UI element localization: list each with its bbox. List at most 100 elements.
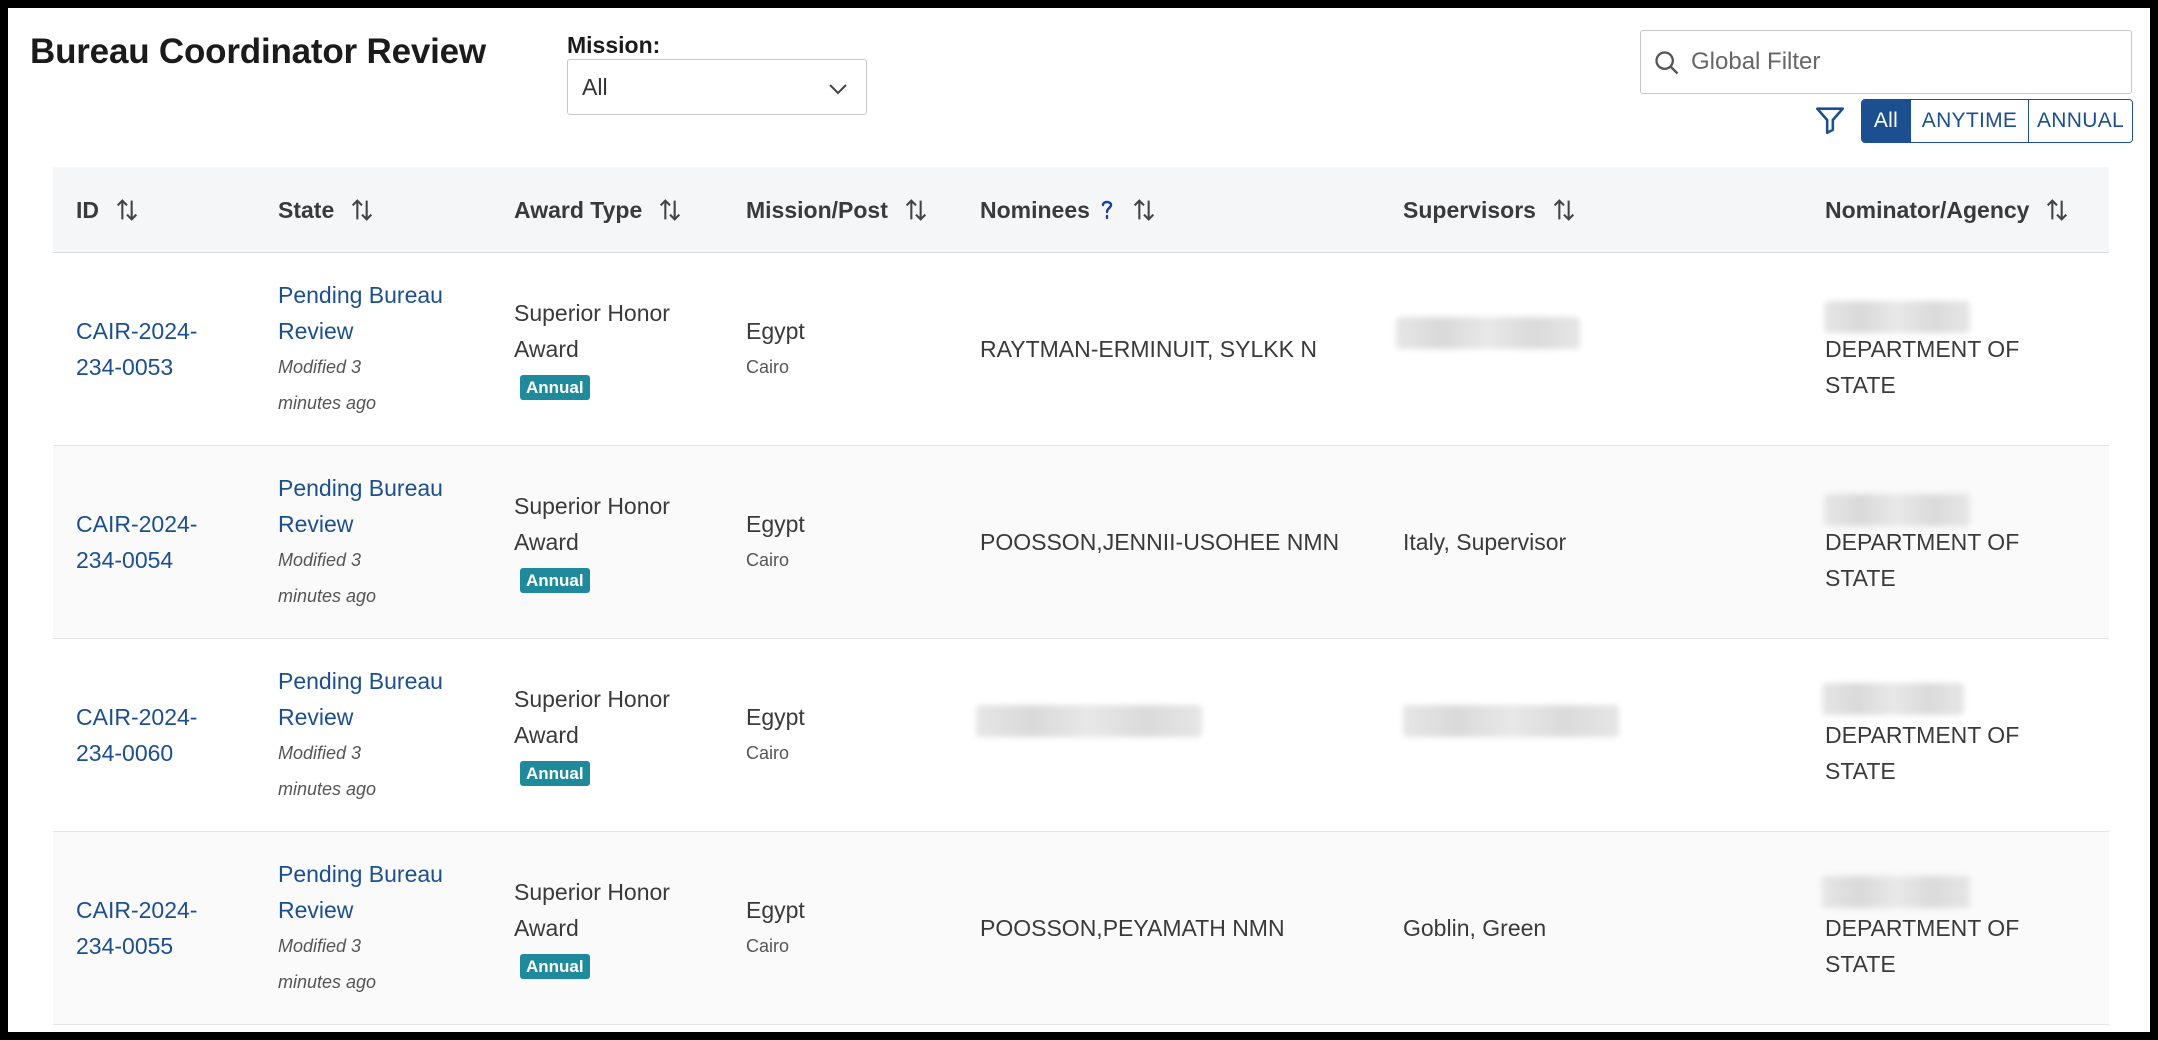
table-row[interactable]: CAIR-2024- 234-0055 Pending Bureau Review … — [53, 832, 2109, 1025]
nominee-name: RAYTMAN-ERMINUIT, SYLKK N — [980, 336, 1317, 362]
agency-line: DEPARTMENT OF — [1825, 915, 2020, 941]
award-type-cell: Superior Honor Award Annual — [514, 681, 670, 789]
state-cell: Pending Bureau Review Modified 3 minutes a… — [278, 663, 443, 807]
award-type-cell: Superior Honor Award Annual — [514, 488, 670, 596]
modified-line: Modified 3 — [278, 743, 362, 763]
id-line: CAIR-2024- — [76, 897, 198, 923]
post-name: Cairo — [746, 357, 790, 377]
column-header-label: Award Type — [514, 196, 643, 223]
id-line: 234-0055 — [76, 933, 174, 959]
state-line: Pending Bureau — [278, 861, 443, 887]
mission-name: Egypt — [746, 511, 805, 537]
mission-select-value: All — [582, 73, 608, 100]
global-filter-field[interactable] — [1640, 30, 2132, 94]
redacted-supervisor — [1403, 705, 1619, 737]
state-line: Pending Bureau — [278, 475, 443, 501]
agency-line: STATE — [1825, 758, 1896, 784]
sort-icon[interactable] — [1130, 196, 1158, 224]
supervisor-name: Italy, Supervisor — [1403, 529, 1567, 555]
column-header-id[interactable]: ID — [76, 167, 141, 253]
id-line: 234-0054 — [76, 547, 174, 573]
column-header-state[interactable]: State — [278, 167, 376, 253]
sort-icon[interactable] — [113, 196, 141, 224]
mission-name: Egypt — [746, 318, 805, 344]
modified-line: minutes ago — [278, 779, 377, 799]
filter-tab-anytime[interactable]: ANYTIME — [1910, 100, 2028, 142]
redacted-supervisor — [1396, 317, 1580, 349]
award-type-filter-tabs: All ANYTIME ANNUAL — [1861, 99, 2133, 143]
agency-line: DEPARTMENT OF — [1825, 336, 2020, 362]
nomination-id-link[interactable]: CAIR-2024- 234-0053 — [76, 313, 197, 385]
state-cell: Pending Bureau Review Modified 3 minutes a… — [278, 856, 443, 1000]
sort-icon[interactable] — [656, 196, 684, 224]
award-line: Award — [514, 915, 579, 941]
award-line: Award — [514, 336, 579, 362]
chevron-down-icon — [829, 84, 847, 95]
agency-line: DEPARTMENT OF — [1825, 722, 2020, 748]
global-filter-input[interactable] — [1691, 41, 2121, 83]
state-line: Review — [278, 897, 354, 923]
column-header-supervisors[interactable]: Supervisors — [1403, 167, 1578, 253]
modified-line: Modified 3 — [278, 936, 362, 956]
state-cell: Pending Bureau Review Modified 3 minutes a… — [278, 470, 443, 614]
column-header-label: ID — [76, 196, 99, 223]
help-icon[interactable] — [1098, 199, 1116, 221]
post-name: Cairo — [746, 936, 790, 956]
state-link[interactable]: Pending Bureau Review — [278, 663, 443, 735]
sort-icon[interactable] — [902, 196, 930, 224]
agency-line: STATE — [1825, 951, 1896, 977]
column-header-mission-post[interactable]: Mission/Post — [746, 167, 930, 253]
filter-tab-annual[interactable]: ANNUAL — [2028, 100, 2132, 142]
table-row[interactable]: CAIR-2024- 234-0060 Pending Bureau Review … — [53, 639, 2109, 832]
agency-line: DEPARTMENT OF — [1825, 529, 2020, 555]
post-name: Cairo — [746, 550, 790, 570]
redacted-nominator — [1822, 876, 1970, 908]
award-type-cell: Superior Honor Award Annual — [514, 874, 670, 982]
filter-icon[interactable] — [1813, 102, 1847, 138]
id-line: CAIR-2024- — [76, 318, 198, 344]
modified-line: minutes ago — [278, 972, 377, 992]
page-title: Bureau Coordinator Review — [30, 32, 486, 71]
state-link[interactable]: Pending Bureau Review — [278, 470, 443, 542]
sort-icon[interactable] — [348, 196, 376, 224]
mission-select[interactable]: All — [567, 59, 867, 115]
award-line: Superior Honor — [514, 493, 670, 519]
column-header-nominees[interactable]: Nominees — [980, 167, 1158, 253]
award-type-cell: Superior Honor Award Annual — [514, 295, 670, 403]
mission-name: Egypt — [746, 897, 805, 923]
state-link[interactable]: Pending Bureau Review — [278, 277, 443, 349]
table-row[interactable]: CAIR-2024- 234-0054 Pending Bureau Review … — [53, 446, 2109, 639]
sort-icon[interactable] — [2043, 196, 2071, 224]
nomination-id-link[interactable]: CAIR-2024- 234-0054 — [76, 506, 197, 578]
state-link[interactable]: Pending Bureau Review — [278, 856, 443, 928]
app-window: Bureau Coordinator Review Mission: All A… — [8, 8, 2150, 1032]
modified-line: Modified 3 — [278, 357, 362, 377]
status-badge: Annual — [520, 761, 590, 786]
redacted-nominator — [1822, 683, 1964, 715]
nomination-id-link[interactable]: CAIR-2024- 234-0060 — [76, 699, 197, 771]
id-line: 234-0060 — [76, 740, 174, 766]
status-badge: Annual — [520, 954, 590, 979]
state-line: Pending Bureau — [278, 282, 443, 308]
modified-text: Modified 3 minutes ago — [278, 542, 443, 614]
column-header-award-type[interactable]: Award Type — [514, 167, 684, 253]
award-line: Award — [514, 722, 579, 748]
column-header-label: Supervisors — [1403, 196, 1536, 223]
modified-text: Modified 3 minutes ago — [278, 735, 443, 807]
sort-icon[interactable] — [1550, 196, 1578, 224]
mission-post-cell: Egypt Cairo — [746, 892, 805, 964]
nomination-id-link[interactable]: CAIR-2024- 234-0055 — [76, 892, 197, 964]
id-line: 234-0053 — [76, 354, 174, 380]
column-header-label: Mission/Post — [746, 196, 888, 223]
table-row[interactable]: CAIR-2024- 234-0053 Pending Bureau Review … — [53, 253, 2109, 446]
award-line: Superior Honor — [514, 686, 670, 712]
mission-post-cell: Egypt Cairo — [746, 506, 805, 578]
status-badge: Annual — [520, 375, 590, 400]
state-line: Review — [278, 318, 354, 344]
column-header-nominator-agency[interactable]: Nominator/Agency — [1825, 167, 2071, 253]
filter-tab-all[interactable]: All — [1862, 100, 1910, 142]
table-header: ID State Award Type Mission/Post Nominee… — [53, 167, 2109, 253]
award-line: Superior Honor — [514, 879, 670, 905]
redacted-nominee — [976, 705, 1202, 737]
state-line: Review — [278, 704, 354, 730]
